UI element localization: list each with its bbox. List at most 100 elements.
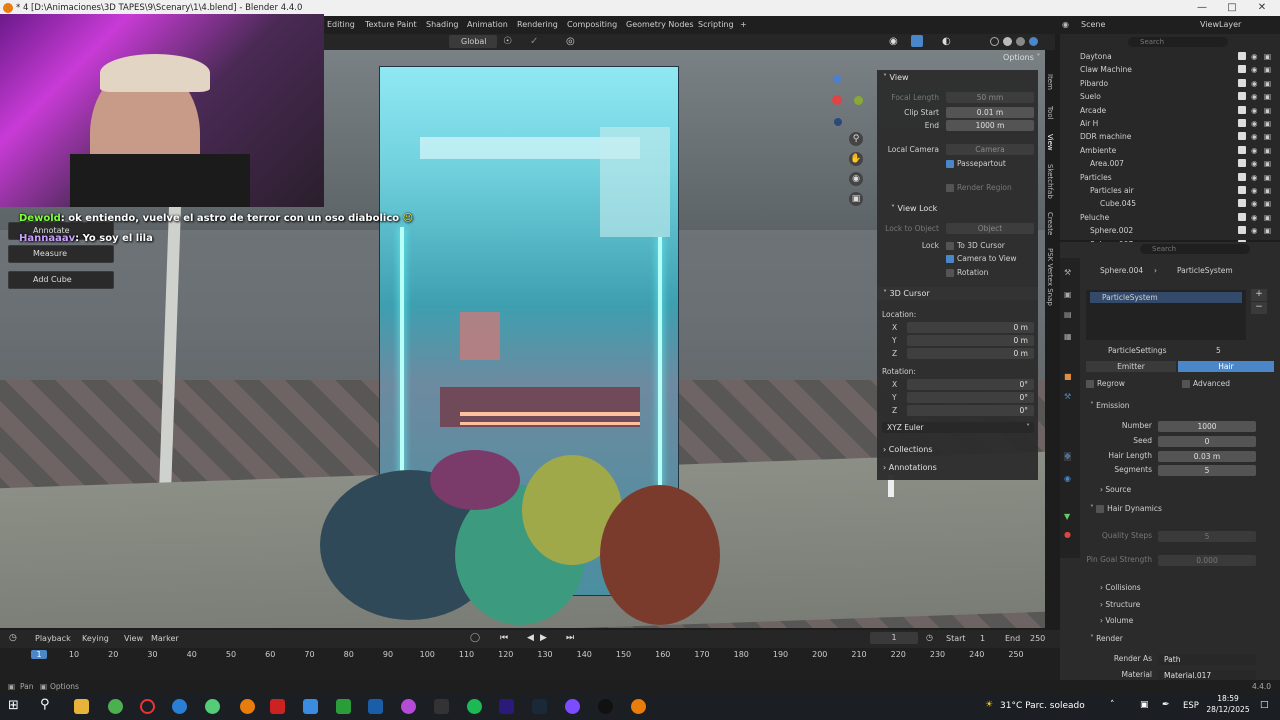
outliner-row[interactable]: Peluche ◉ ▣ <box>1060 211 1280 224</box>
lock-object-field[interactable]: Object <box>946 223 1034 234</box>
outliner-row[interactable]: Suelo ◉ ▣ <box>1060 90 1280 103</box>
eye-icon[interactable]: ◉ <box>1251 50 1258 63</box>
tray-icon[interactable]: ▣ <box>1140 700 1149 710</box>
options-dropdown[interactable]: Options ˅ <box>1003 51 1043 64</box>
advanced-checkbox[interactable]: Advanced <box>1182 379 1230 388</box>
gizmo-neg-z-icon[interactable] <box>834 118 842 126</box>
loc-z-field[interactable]: 0 m <box>907 348 1034 359</box>
source-panel-header[interactable]: › Source <box>1100 485 1131 494</box>
outliner-row[interactable]: Air H ◉ ▣ <box>1060 117 1280 130</box>
lock-icon[interactable]: ▣ <box>849 192 863 206</box>
camera-icon[interactable]: ▣ <box>1264 171 1271 184</box>
notification-icon[interactable]: □ <box>1260 700 1269 710</box>
material-shading-icon[interactable] <box>1016 37 1025 46</box>
output-tab-icon[interactable]: ▤ <box>1064 310 1072 319</box>
steam-icon[interactable] <box>532 699 547 714</box>
checkbox-icon[interactable] <box>1238 186 1246 194</box>
eye-icon[interactable]: ◉ <box>1251 171 1258 184</box>
tab-tool[interactable]: Tool <box>1042 106 1054 120</box>
file-explorer-icon[interactable] <box>74 699 89 714</box>
camera-icon[interactable]: ▣ <box>1264 144 1271 157</box>
camera-icon[interactable]: ▣ <box>1264 224 1271 237</box>
eye-icon[interactable]: ◉ <box>1251 117 1258 130</box>
hair-dynamics-panel-header[interactable]: ˅ Hair Dynamics <box>1090 504 1162 513</box>
checkbox-icon[interactable] <box>1238 132 1246 141</box>
quality-steps-field[interactable]: 5 <box>1158 531 1256 542</box>
transform-orientation-dropdown[interactable]: Global <box>449 35 497 48</box>
search-icon[interactable]: ⚲ <box>40 697 50 712</box>
checkbox-icon[interactable] <box>1238 78 1246 87</box>
camera-icon[interactable]: ▣ <box>1264 50 1271 63</box>
tool-tab-icon[interactable]: ⚒ <box>1064 268 1071 277</box>
to-3d-cursor-checkbox[interactable]: To 3D Cursor <box>946 239 1005 252</box>
data-tab-icon[interactable]: ▼ <box>1064 512 1070 521</box>
clock-time[interactable]: 18:59 <box>1210 694 1246 703</box>
outliner-row[interactable]: Daytona ◉ ▣ <box>1060 50 1280 63</box>
loc-x-field[interactable]: 0 m <box>907 322 1034 333</box>
seed-field[interactable]: 0 <box>1158 436 1256 447</box>
gizmo-y-icon[interactable] <box>854 96 863 105</box>
eye-icon[interactable]: ◉ <box>1251 157 1258 170</box>
camera-icon[interactable]: ▣ <box>1264 157 1271 170</box>
overlay-icon[interactable]: ◐ <box>942 36 951 47</box>
eye-icon[interactable]: ◉ <box>1251 90 1258 103</box>
camera-icon[interactable]: ▣ <box>1264 90 1271 103</box>
editor-type-icon[interactable]: ◷ <box>9 633 17 643</box>
camera-icon[interactable]: ▣ <box>1264 117 1271 130</box>
tab-item[interactable]: Item <box>1042 74 1054 90</box>
edge-icon[interactable] <box>172 699 187 714</box>
checkbox-icon[interactable] <box>1238 159 1246 168</box>
properties-search[interactable]: Search <box>1140 244 1250 254</box>
outliner-row[interactable]: Area.007 ◉ ▣ <box>1060 157 1280 170</box>
checkbox-icon[interactable] <box>1238 172 1246 181</box>
particle-settings-name[interactable]: ParticleSettings <box>1108 346 1166 355</box>
outliner-row[interactable]: Ambiente ◉ ▣ <box>1060 144 1280 157</box>
emission-panel-header[interactable]: ˅ Emission <box>1090 401 1130 410</box>
tab-texture-paint[interactable]: Texture Paint <box>365 16 417 34</box>
pin-goal-field[interactable]: 0.000 <box>1158 555 1256 566</box>
rot-x-field[interactable]: 0° <box>907 379 1034 390</box>
vegas-icon[interactable] <box>368 699 383 714</box>
physics-tab-icon[interactable]: ◉ <box>1064 474 1071 483</box>
checkbox-icon[interactable] <box>1238 226 1246 235</box>
outliner-row[interactable]: Cube.045 ◉ ▣ <box>1060 197 1280 210</box>
camera-icon[interactable]: ▣ <box>1264 104 1271 117</box>
pen-icon[interactable]: ✒ <box>1162 700 1170 710</box>
eye-icon[interactable]: ◉ <box>1251 130 1258 143</box>
playback-menu[interactable]: Playback <box>35 634 71 643</box>
view-section-header[interactable]: ˅ View <box>877 71 1038 84</box>
minimize-icon[interactable]: — <box>1188 0 1216 16</box>
record-icon[interactable]: ◯ <box>470 633 480 643</box>
camera-icon[interactable]: ▣ <box>1264 211 1271 224</box>
obs-icon[interactable] <box>598 699 613 714</box>
local-camera-field[interactable]: Camera <box>946 144 1034 155</box>
gizmo-x-icon[interactable] <box>832 95 842 105</box>
annotations-section-header[interactable]: › Annotations <box>877 461 1038 474</box>
tab-editing[interactable]: Editing <box>327 16 355 34</box>
viewlayer-selector[interactable]: ViewLayer <box>1200 16 1241 34</box>
eye-icon[interactable]: ◉ <box>1251 63 1258 76</box>
gizmo-toggle-icon[interactable] <box>911 35 923 47</box>
segments-field[interactable]: 5 <box>1158 465 1256 476</box>
tab-compositing[interactable]: Compositing <box>567 16 617 34</box>
particle-system-list-item[interactable]: ParticleSystem <box>1090 292 1242 303</box>
volume-panel-header[interactable]: › Volume <box>1100 616 1133 625</box>
emitter-toggle[interactable]: Emitter <box>1086 361 1176 372</box>
blender-active-icon[interactable] <box>631 699 646 714</box>
tab-shading[interactable]: Shading <box>426 16 459 34</box>
add-slot-button[interactable]: + <box>1251 289 1267 301</box>
wireframe-shading-icon[interactable] <box>990 37 999 46</box>
camera-view-icon[interactable]: ◉ <box>849 172 863 186</box>
outliner-row[interactable]: Particles ◉ ▣ <box>1060 171 1280 184</box>
view-lock-section-header[interactable]: ˅ View Lock <box>877 202 1038 215</box>
outliner-row[interactable]: Arcade ◉ ▣ <box>1060 104 1280 117</box>
chrome-icon[interactable] <box>108 699 123 714</box>
regrow-checkbox[interactable]: Regrow <box>1086 379 1125 388</box>
jump-start-icon[interactable]: ⏮ <box>500 633 508 643</box>
checkbox-icon[interactable] <box>1238 119 1246 127</box>
opera-icon[interactable] <box>140 699 155 714</box>
rot-y-field[interactable]: 0° <box>907 392 1034 403</box>
keying-menu[interactable]: Keying <box>82 634 109 643</box>
spotify-icon[interactable] <box>467 699 482 714</box>
eye-icon[interactable]: ◉ <box>1251 77 1258 90</box>
